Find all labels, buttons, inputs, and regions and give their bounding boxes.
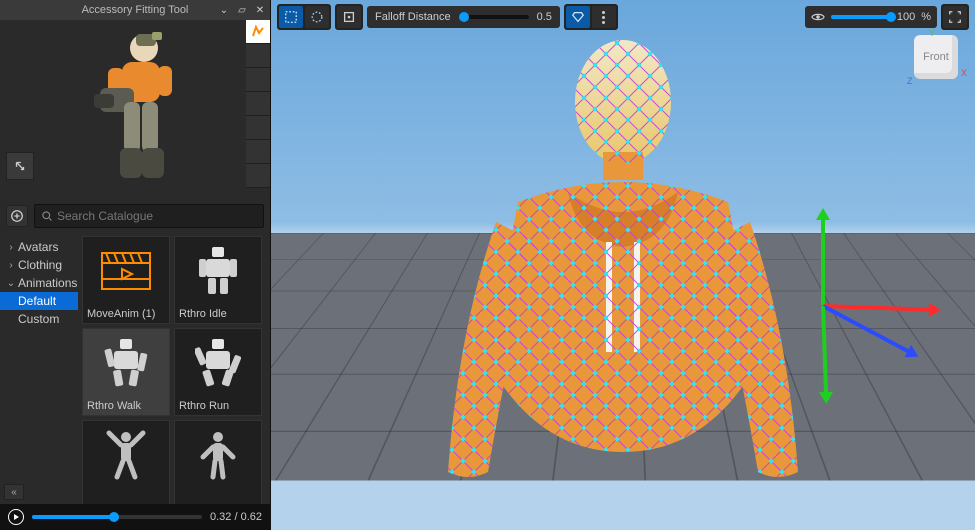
preview-area <box>0 20 270 200</box>
animation-grid: MoveAnim (1) Rthro Idle Rthro Walk Rthro… <box>78 232 270 530</box>
accessory-thumb[interactable] <box>246 68 270 92</box>
more-options-button[interactable] <box>592 6 616 28</box>
panel-close-icon[interactable]: ✕ <box>254 4 266 16</box>
playback-bar: 0.32 / 0.62 <box>0 504 270 530</box>
falloff-value: 0.5 <box>537 11 552 23</box>
open-external-button[interactable] <box>6 152 34 180</box>
chevron-right-icon: › <box>6 260 16 271</box>
accessory-thumb-strip <box>246 20 270 188</box>
grid-item-rthro-idle[interactable]: Rthro Idle <box>174 236 262 324</box>
tree-child-default[interactable]: Default <box>0 292 78 310</box>
zoom-unit: % <box>921 11 931 23</box>
search-icon <box>41 210 53 222</box>
grid-item-rthro-run[interactable]: Rthro Run <box>174 328 262 416</box>
falloff-label: Falloff Distance <box>375 11 451 23</box>
search-box[interactable] <box>34 204 264 228</box>
mannequin <box>408 32 838 530</box>
accessory-thumb[interactable] <box>246 164 270 188</box>
grid-item-rthro-walk[interactable]: Rthro Walk <box>82 328 170 416</box>
tree-item-avatars[interactable]: ›Avatars <box>0 238 78 256</box>
grid-item-label: Rthro Run <box>175 397 261 415</box>
character-preview <box>80 28 190 193</box>
chevron-right-icon: › <box>6 242 16 253</box>
select-mode-button[interactable] <box>279 6 303 28</box>
tree-item-animations[interactable]: ⌄Animations <box>0 274 78 292</box>
view-cube[interactable]: Front Y X Z <box>909 30 963 84</box>
search-input[interactable] <box>57 209 257 223</box>
zoom-control[interactable]: 100 % <box>805 6 937 28</box>
accessory-fitting-panel: Accessory Fitting Tool ⌄ ▱ ✕ <box>0 0 271 530</box>
eye-icon <box>811 10 825 24</box>
playback-time: 0.32 / 0.62 <box>210 511 262 523</box>
grid-item-label: MoveAnim (1) <box>83 305 169 323</box>
grid-item-stand[interactable] <box>174 420 262 508</box>
grid-item-dance[interactable] <box>82 420 170 508</box>
falloff-control[interactable]: Falloff Distance 0.5 <box>367 6 560 28</box>
grid-item-label: Rthro Idle <box>175 305 261 323</box>
accessory-thumb[interactable] <box>246 44 270 68</box>
lasso-mode-button[interactable] <box>305 6 329 28</box>
add-button[interactable] <box>6 205 28 227</box>
viewport-toolbar: Falloff Distance 0.5 100 % <box>277 4 969 30</box>
panel-popout-icon[interactable]: ▱ <box>236 4 248 16</box>
collapse-panel-button[interactable]: « <box>4 484 24 500</box>
play-button[interactable] <box>8 509 24 525</box>
chevron-down-icon: ⌄ <box>6 278 16 289</box>
accessory-thumb[interactable] <box>246 92 270 116</box>
grid-item-moveanim[interactable]: MoveAnim (1) <box>82 236 170 324</box>
cage-toggle-button[interactable] <box>566 6 590 28</box>
search-row <box>0 200 270 232</box>
accessory-thumb-selected[interactable] <box>246 20 270 44</box>
tree-item-clothing[interactable]: ›Clothing <box>0 256 78 274</box>
accessory-thumb[interactable] <box>246 116 270 140</box>
viewport[interactable]: Front Y X Z Falloff Distance <box>271 0 975 530</box>
tree-child-custom[interactable]: Custom <box>0 310 78 328</box>
frame-fit-button[interactable] <box>943 6 967 28</box>
accessory-thumb[interactable] <box>246 140 270 164</box>
playback-slider[interactable] <box>32 515 202 519</box>
panel-header: Accessory Fitting Tool ⌄ ▱ ✕ <box>0 0 270 20</box>
grid-item-label: Rthro Walk <box>83 397 169 415</box>
point-mode-button[interactable] <box>337 6 361 28</box>
panel-dropdown-icon[interactable]: ⌄ <box>218 4 230 16</box>
zoom-value: 100 <box>897 11 915 23</box>
